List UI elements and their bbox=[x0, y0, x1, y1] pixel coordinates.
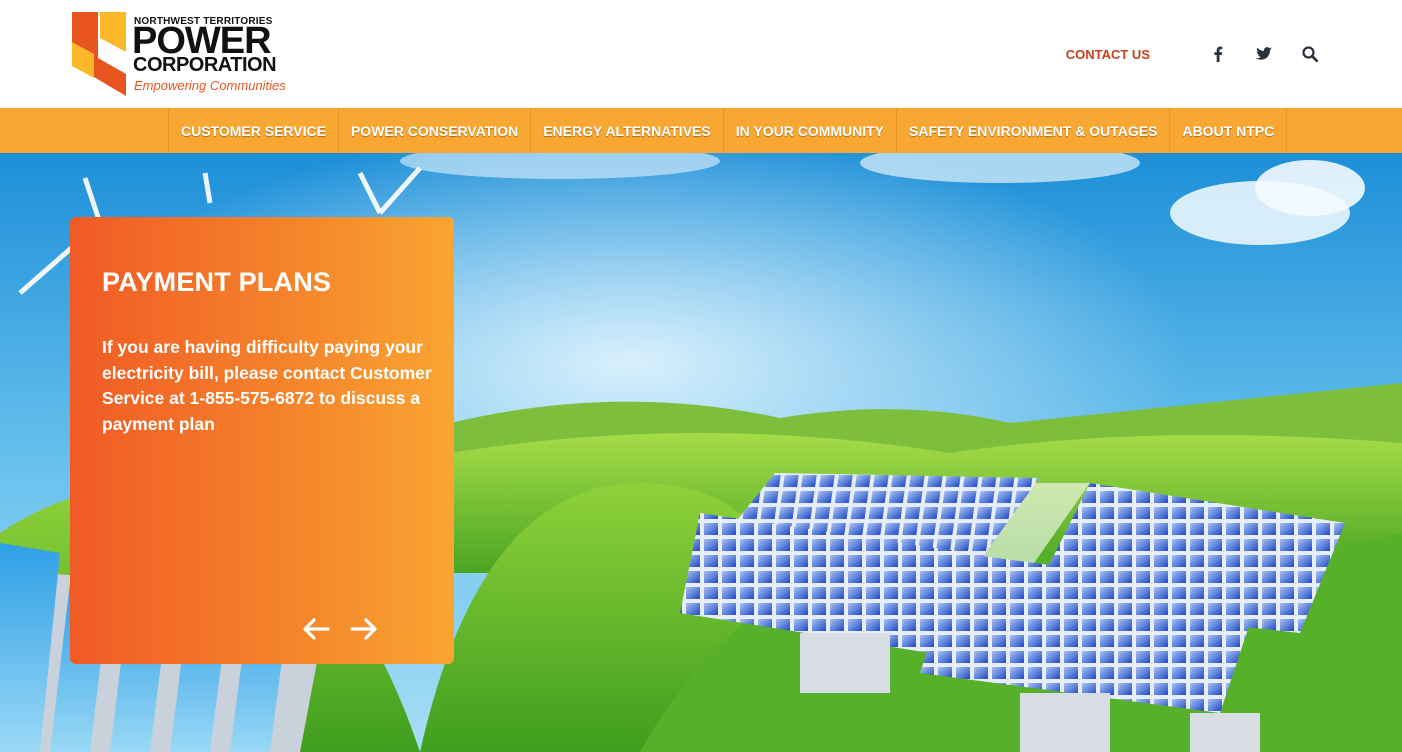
ntpc-logo-mark-icon bbox=[72, 12, 126, 96]
arrow-left-icon[interactable] bbox=[300, 615, 332, 643]
facebook-icon[interactable] bbox=[1204, 40, 1232, 68]
slide-title: PAYMENT PLANS bbox=[102, 267, 332, 297]
slide-card: PAYMENT PLANS If you are having difficul… bbox=[70, 217, 454, 664]
contact-us-link[interactable]: CONTACT US bbox=[1066, 47, 1150, 62]
nav-item-energy-alternatives[interactable]: ENERGY ALTERNATIVES bbox=[530, 108, 723, 153]
nav-item-in-your-community[interactable]: IN YOUR COMMUNITY bbox=[722, 108, 896, 153]
logo[interactable]: NORTHWEST TERRITORIES POWER CORPORATION … bbox=[72, 12, 312, 98]
nav-item-about-ntpc[interactable]: ABOUT NTPC bbox=[1169, 108, 1288, 153]
logo-tagline: Empowering Communities bbox=[134, 78, 286, 93]
site-header: NORTHWEST TERRITORIES POWER CORPORATION … bbox=[0, 0, 1402, 108]
nav-item-safety-environment-outages[interactable]: SAFETY ENVIRONMENT & OUTAGES bbox=[896, 108, 1169, 153]
hero-slider: PAYMENT PLANS If you are having difficul… bbox=[0, 153, 1402, 752]
nav-item-power-conservation[interactable]: POWER CONSERVATION bbox=[337, 108, 530, 153]
search-icon[interactable] bbox=[1296, 40, 1324, 68]
twitter-icon[interactable] bbox=[1250, 40, 1278, 68]
slide-body: If you are having difficulty paying your… bbox=[102, 337, 432, 434]
header-utility-links: CONTACT US bbox=[1066, 40, 1324, 68]
nav-item-customer-service[interactable]: CUSTOMER SERVICE bbox=[168, 108, 338, 153]
arrow-right-icon[interactable] bbox=[348, 615, 380, 643]
logo-line-3: CORPORATION bbox=[133, 54, 277, 76]
main-navigation: CUSTOMER SERVICE POWER CONSERVATION ENER… bbox=[0, 108, 1402, 153]
